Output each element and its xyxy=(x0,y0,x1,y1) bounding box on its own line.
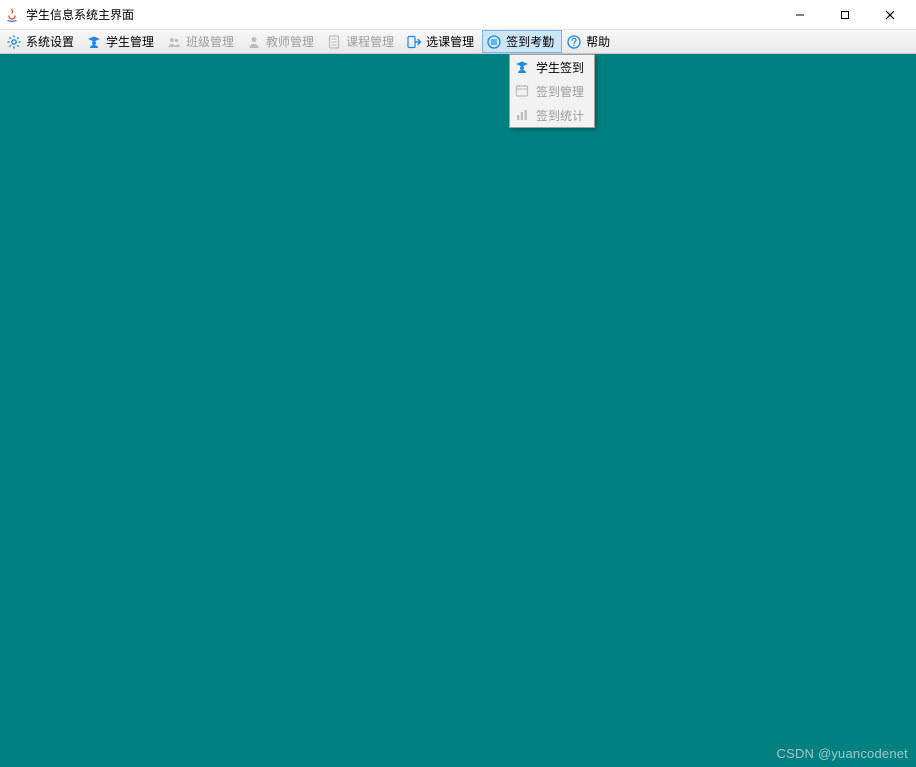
minimize-button[interactable] xyxy=(777,0,822,30)
menu-course-select-mgmt[interactable]: 选课管理 xyxy=(402,30,482,53)
bar-chart-icon xyxy=(514,107,530,123)
window-title: 学生信息系统主界面 xyxy=(26,6,777,23)
menu-teacher-mgmt[interactable]: 教师管理 xyxy=(242,30,322,53)
java-app-icon xyxy=(4,7,20,23)
dropdown-label: 签到统计 xyxy=(536,107,584,124)
maximize-button[interactable] xyxy=(822,0,867,30)
watermark: CSDN @yuancodenet xyxy=(777,746,909,761)
menu-label: 签到考勤 xyxy=(506,33,554,50)
menu-course-mgmt[interactable]: 课程管理 xyxy=(322,30,402,53)
content-area: CSDN @yuancodenet xyxy=(0,54,916,767)
student-icon xyxy=(86,34,102,50)
menu-label: 课程管理 xyxy=(346,33,394,50)
menu-label: 学生管理 xyxy=(106,33,154,50)
attendance-dropdown: 学生签到 签到管理 签到统计 xyxy=(509,54,595,128)
menu-label: 系统设置 xyxy=(26,33,74,50)
menu-class-mgmt[interactable]: 班级管理 xyxy=(162,30,242,53)
titlebar: 学生信息系统主界面 xyxy=(0,0,916,30)
group-icon xyxy=(166,34,182,50)
menu-help[interactable]: 帮助 xyxy=(562,30,618,53)
arrow-right-icon xyxy=(406,34,422,50)
window-controls xyxy=(777,0,912,29)
document-icon xyxy=(326,34,342,50)
menu-attendance[interactable]: 签到考勤 xyxy=(482,30,562,53)
menu-label: 教师管理 xyxy=(266,33,314,50)
calendar-icon xyxy=(514,83,530,99)
dropdown-student-signin[interactable]: 学生签到 xyxy=(510,55,594,79)
person-icon xyxy=(246,34,262,50)
dropdown-signin-stats[interactable]: 签到统计 xyxy=(510,103,594,127)
student-icon xyxy=(514,59,530,75)
dropdown-label: 签到管理 xyxy=(536,83,584,100)
gear-icon xyxy=(6,34,22,50)
menu-label: 班级管理 xyxy=(186,33,234,50)
menu-label: 帮助 xyxy=(586,33,610,50)
checklist-icon xyxy=(486,34,502,50)
menu-student-mgmt[interactable]: 学生管理 xyxy=(82,30,162,53)
close-button[interactable] xyxy=(867,0,912,30)
dropdown-signin-mgmt[interactable]: 签到管理 xyxy=(510,79,594,103)
help-icon xyxy=(566,34,582,50)
menubar: 系统设置 学生管理 班级管理 教师管理 课程管理 选课管理 签到 xyxy=(0,30,916,54)
menu-label: 选课管理 xyxy=(426,33,474,50)
dropdown-label: 学生签到 xyxy=(536,59,584,76)
menu-system-settings[interactable]: 系统设置 xyxy=(2,30,82,53)
